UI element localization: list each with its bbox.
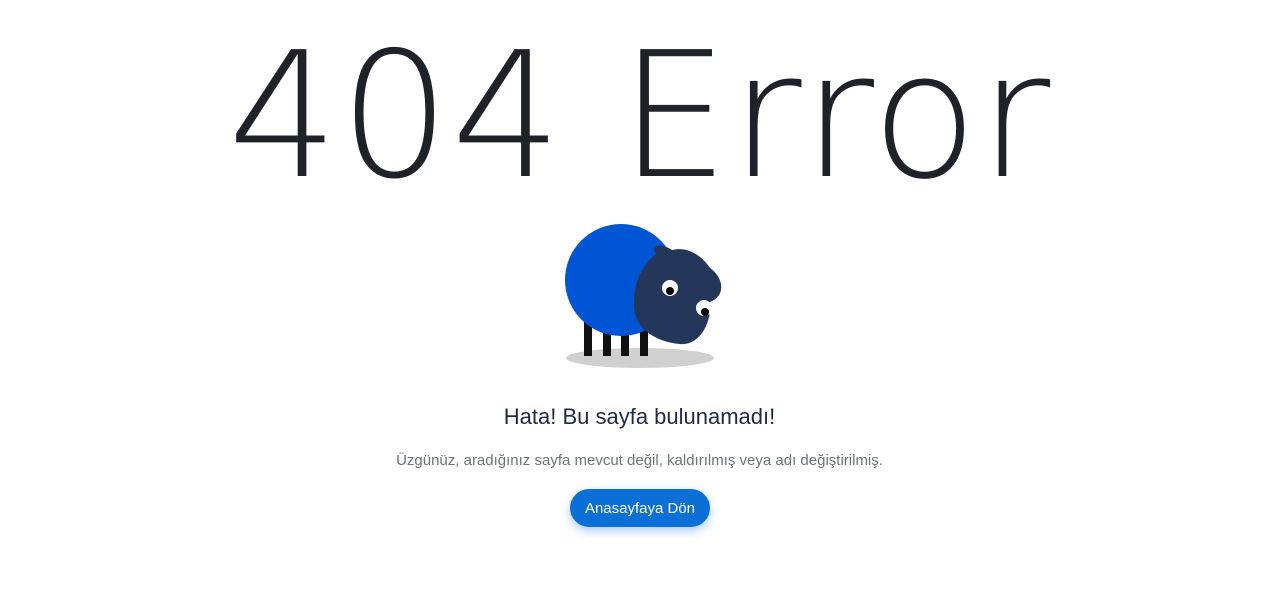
home-button[interactable]: Anasayfaya Dön	[570, 489, 710, 527]
sheep-icon	[560, 220, 730, 375]
sheep-pupil	[701, 308, 709, 316]
sheep-pupil	[666, 287, 674, 295]
error-page: 404 Error Hata! Bu sayfa bulunamadı! Üzg…	[0, 0, 1279, 592]
error-title: 404 Error	[227, 15, 1052, 218]
page-description: Üzgünüz, aradığınız sayfa mevcut değil, …	[396, 452, 883, 469]
page-heading: Hata! Bu sayfa bulunamadı!	[503, 404, 776, 429]
